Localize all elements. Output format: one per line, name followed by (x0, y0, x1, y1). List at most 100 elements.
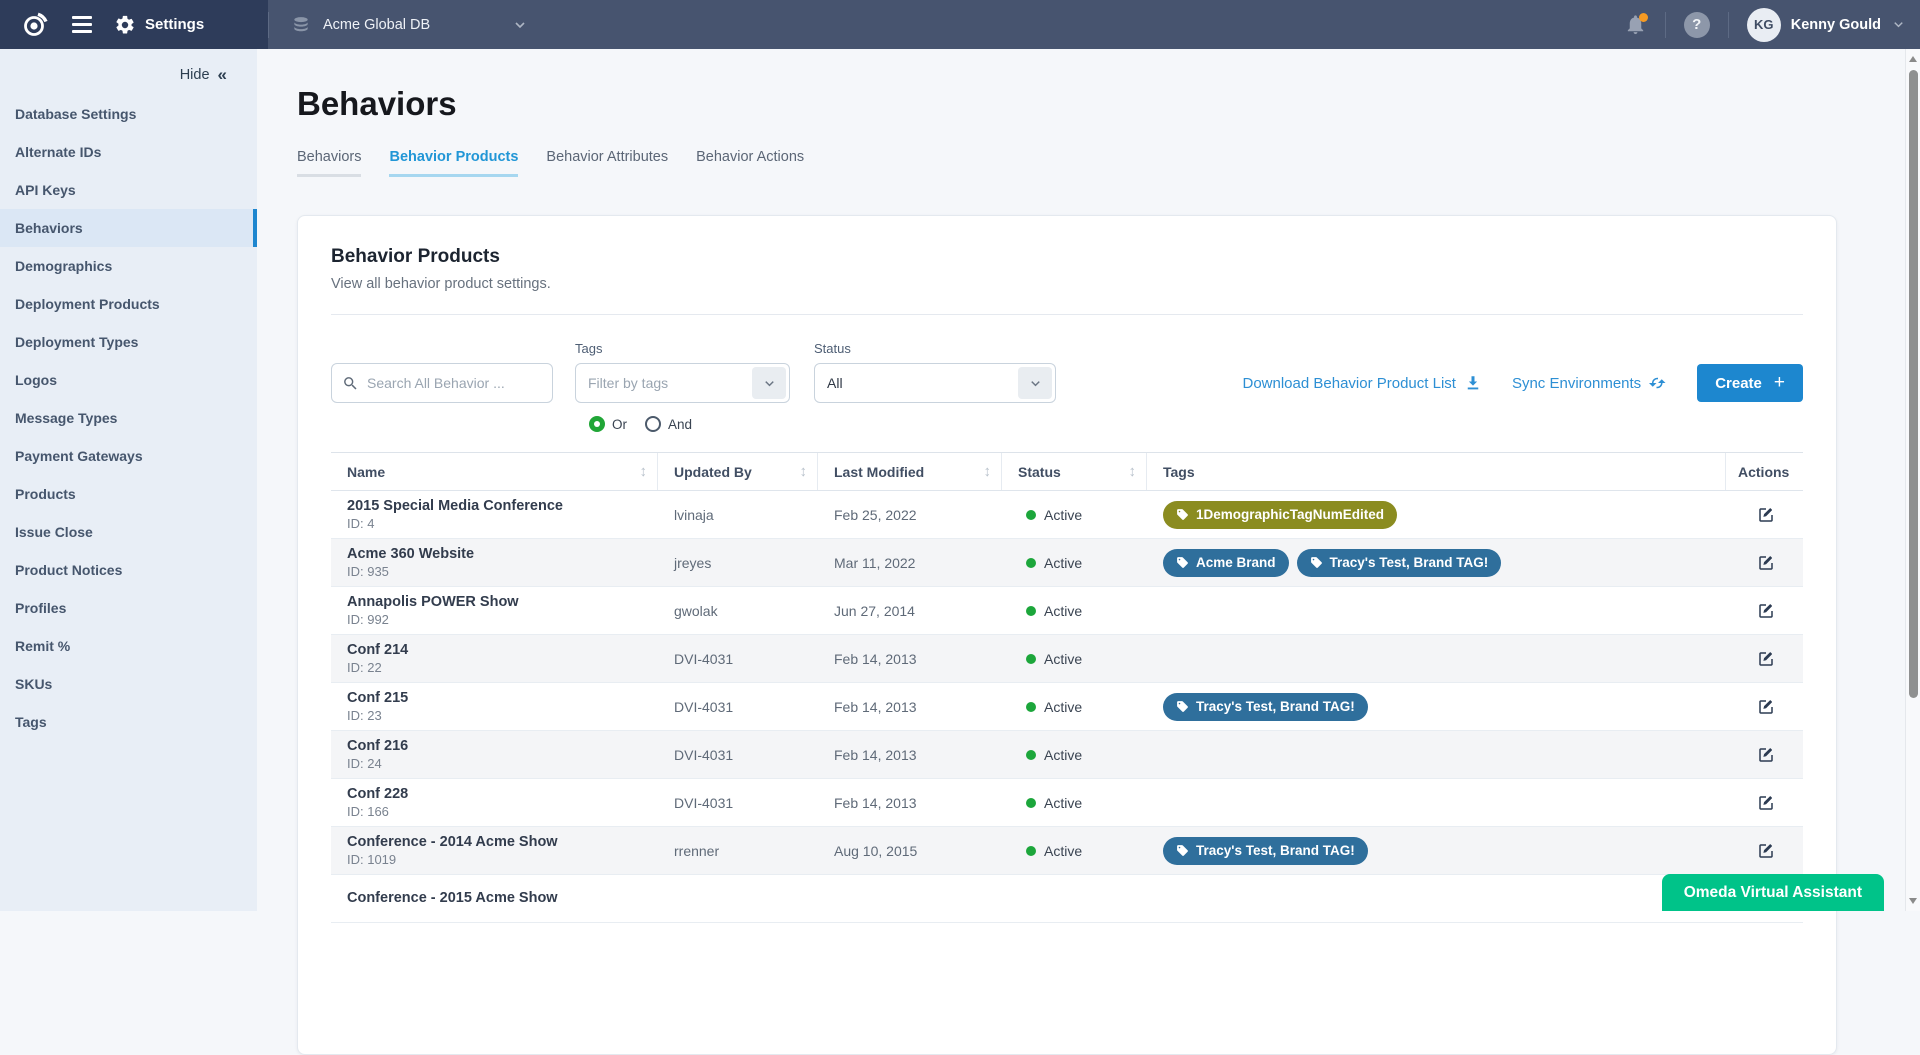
sync-link-label: Sync Environments (1512, 375, 1641, 392)
sidebar-item-products[interactable]: Products (0, 475, 257, 513)
settings-nav[interactable]: Settings (114, 14, 204, 36)
row-updated-by: jreyes (658, 555, 818, 571)
sidebar-item-database-settings[interactable]: Database Settings (0, 95, 257, 133)
sidebar-item-deployment-types[interactable]: Deployment Types (0, 323, 257, 361)
radio-or[interactable]: Or (589, 416, 627, 432)
radio-and-label: And (668, 417, 692, 432)
radio-and[interactable]: And (645, 416, 692, 432)
row-updated-by: rrenner (658, 843, 818, 859)
edit-button[interactable] (1753, 742, 1779, 768)
sync-environments-link[interactable]: Sync Environments (1512, 374, 1667, 392)
sidebar-item-message-types[interactable]: Message Types (0, 399, 257, 437)
scrollbar-up-arrow-icon[interactable] (1909, 56, 1917, 62)
row-updated-by: lvinaja (658, 507, 818, 523)
behavior-products-table: Name↕ Updated By↕ Last Modified↕ Status↕… (331, 452, 1803, 923)
tags-filter-select[interactable]: Filter by tags (575, 363, 790, 403)
tag-icon (1176, 508, 1189, 521)
column-header-last-modified: Last Modified↕ (818, 453, 1002, 490)
topbar-right-section: ? KG Kenny Gould (1624, 8, 1920, 42)
panel-heading: Behavior Products (331, 246, 1803, 268)
download-product-list-link[interactable]: Download Behavior Product List (1243, 374, 1482, 392)
row-last-modified: Feb 14, 2013 (818, 747, 1002, 763)
topbar-separator (1665, 12, 1666, 38)
app-logo-icon[interactable] (20, 10, 50, 40)
tag-pill: Tracy's Test, Brand TAG! (1163, 837, 1368, 865)
sidebar-item-behaviors[interactable]: Behaviors (0, 209, 257, 247)
tab-behavior-attributes[interactable]: Behavior Attributes (546, 149, 668, 177)
status-filter-select[interactable]: All (814, 363, 1056, 403)
sidebar-item-demographics[interactable]: Demographics (0, 247, 257, 285)
download-icon (1464, 374, 1482, 392)
sort-icon[interactable]: ↕ (1129, 463, 1137, 480)
chevron-down-icon (512, 17, 528, 33)
scrollbar-down-arrow-icon[interactable] (1909, 898, 1917, 904)
edit-button[interactable] (1753, 550, 1779, 576)
sidebar-item-profiles[interactable]: Profiles (0, 589, 257, 627)
sidebar-hide-button[interactable]: Hide « (0, 49, 257, 95)
tag-icon (1176, 556, 1189, 569)
sidebar-item-skus[interactable]: SKUs (0, 665, 257, 703)
tab-behavior-products[interactable]: Behavior Products (389, 149, 518, 177)
status-badge: Active (1044, 843, 1082, 859)
edit-button[interactable] (1753, 646, 1779, 672)
search-input[interactable] (367, 375, 542, 391)
tag-pill: Acme Brand (1163, 549, 1289, 577)
menu-icon[interactable] (72, 16, 92, 33)
notifications-bell-icon[interactable] (1624, 13, 1647, 36)
row-updated-by: DVI-4031 (658, 747, 818, 763)
tab-behaviors[interactable]: Behaviors (297, 149, 361, 177)
row-id: ID: 1019 (347, 852, 658, 868)
tag-icon (1176, 844, 1189, 857)
tag-match-radio-group: Or And (589, 416, 1803, 432)
sidebar-item-api-keys[interactable]: API Keys (0, 171, 257, 209)
virtual-assistant-button[interactable]: Omeda Virtual Assistant (1662, 874, 1884, 911)
status-dot (1026, 510, 1036, 520)
edit-button[interactable] (1753, 694, 1779, 720)
user-name: Kenny Gould (1791, 17, 1881, 33)
tab-bar: Behaviors Behavior Products Behavior Att… (297, 149, 1920, 177)
page-scrollbar[interactable] (1905, 49, 1920, 911)
row-name: Conf 216 (347, 737, 658, 755)
column-header-actions: Actions (1726, 453, 1805, 490)
sidebar-item-tags[interactable]: Tags (0, 703, 257, 741)
database-selector[interactable]: Acme Global DB (269, 0, 550, 49)
sidebar-item-remit[interactable]: Remit % (0, 627, 257, 665)
chevron-down-icon (1891, 17, 1906, 32)
tags-filter-label: Tags (575, 341, 790, 357)
sort-icon[interactable]: ↕ (984, 463, 992, 480)
edit-button[interactable] (1753, 598, 1779, 624)
sync-icon (1649, 374, 1667, 392)
sidebar-item-deployment-products[interactable]: Deployment Products (0, 285, 257, 323)
table-row: Conference - 2015 Acme Show (331, 875, 1803, 923)
create-button[interactable]: Create + (1697, 364, 1803, 402)
sort-icon[interactable]: ↕ (800, 463, 808, 480)
row-last-modified: Feb 14, 2013 (818, 795, 1002, 811)
sort-icon[interactable]: ↕ (640, 463, 648, 480)
tab-behavior-actions[interactable]: Behavior Actions (696, 149, 804, 177)
sidebar-item-product-notices[interactable]: Product Notices (0, 551, 257, 589)
status-badge: Active (1044, 795, 1082, 811)
help-icon[interactable]: ? (1684, 12, 1710, 38)
status-dot (1026, 702, 1036, 712)
status-badge: Active (1044, 699, 1082, 715)
edit-button[interactable] (1753, 502, 1779, 528)
main-content: Behaviors Behaviors Behavior Products Be… (257, 49, 1920, 911)
sidebar-item-logos[interactable]: Logos (0, 361, 257, 399)
edit-button[interactable] (1753, 790, 1779, 816)
user-menu[interactable]: KG Kenny Gould (1747, 8, 1906, 42)
panel-subheading: View all behavior product settings. (331, 276, 1803, 292)
sidebar-item-alternate-ids[interactable]: Alternate IDs (0, 133, 257, 171)
status-dot (1026, 558, 1036, 568)
row-id: ID: 24 (347, 756, 658, 772)
sidebar-item-issue-close[interactable]: Issue Close (0, 513, 257, 551)
status-filter-label: Status (814, 341, 1056, 357)
scrollbar-thumb[interactable] (1909, 70, 1918, 698)
edit-button[interactable] (1753, 838, 1779, 864)
column-header-name: Name↕ (331, 453, 658, 490)
row-name: Conference - 2014 Acme Show (347, 833, 658, 851)
radio-unselected-icon (645, 416, 661, 432)
sidebar-item-payment-gateways[interactable]: Payment Gateways (0, 437, 257, 475)
search-box (331, 363, 553, 403)
row-name: Conf 214 (347, 641, 658, 659)
status-badge: Active (1044, 555, 1082, 571)
